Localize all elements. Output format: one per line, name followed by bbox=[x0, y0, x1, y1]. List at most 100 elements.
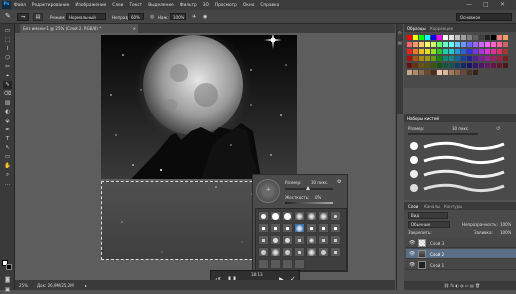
brush-tip[interactable] bbox=[294, 211, 305, 221]
close-tab-icon[interactable]: × bbox=[133, 26, 136, 31]
airbrush-icon[interactable]: ✈ bbox=[192, 14, 196, 20]
menu-3d[interactable]: 3D bbox=[203, 3, 209, 8]
brush-tip[interactable] bbox=[282, 247, 293, 257]
brush-tip[interactable] bbox=[270, 259, 281, 269]
layer-kind-filter[interactable]: Вид bbox=[408, 212, 448, 219]
brush-tip[interactable] bbox=[282, 259, 293, 269]
menu-edit[interactable]: Редактирование bbox=[32, 3, 70, 8]
swatch-colors[interactable] bbox=[404, 32, 516, 88]
brush-tip-selected[interactable] bbox=[294, 223, 305, 233]
zoom-level[interactable]: 25% bbox=[19, 283, 28, 288]
workspace-select[interactable]: Основное bbox=[456, 13, 512, 21]
mode-select[interactable]: Нормальный bbox=[66, 13, 106, 20]
layer-visibility-eye-icon[interactable]: 👁 bbox=[409, 240, 415, 246]
popup-settings-gear-icon[interactable]: ⚙ bbox=[337, 179, 341, 185]
marquee-tool-icon[interactable]: ⬚ bbox=[3, 36, 12, 44]
flow-field[interactable]: 100% bbox=[170, 13, 186, 20]
properties-panel-icon[interactable]: ▤ bbox=[398, 40, 402, 45]
brush-tip[interactable] bbox=[282, 211, 293, 221]
popup-hardness-value[interactable]: 0% bbox=[315, 195, 321, 200]
brush-picker-button[interactable]: •▾ bbox=[17, 13, 29, 21]
type-tool-icon[interactable]: T bbox=[3, 135, 12, 143]
zoom-tool-icon[interactable]: ⌕ bbox=[3, 171, 12, 179]
quick-select-tool-icon[interactable]: ⬡ bbox=[3, 54, 12, 62]
brush-tip[interactable] bbox=[270, 247, 281, 257]
brush-tip[interactable] bbox=[318, 235, 329, 245]
more-tools-icon[interactable]: … bbox=[3, 180, 12, 188]
crop-tool-icon[interactable]: ✂ bbox=[3, 63, 12, 71]
close-window-button[interactable]: ✕ bbox=[500, 1, 505, 8]
blur-tool-icon[interactable]: ◐ bbox=[3, 108, 12, 116]
hand-tool-icon[interactable]: ✋ bbox=[3, 162, 12, 170]
eraser-tool-icon[interactable]: ⌫ bbox=[3, 90, 12, 98]
brush-tip[interactable] bbox=[318, 247, 329, 257]
brush-tip[interactable] bbox=[294, 235, 305, 245]
document-tab[interactable]: Без имени-1 @ 25% (Слой 2, RGB/8) * × bbox=[20, 24, 138, 33]
tab-layers[interactable]: Слои bbox=[408, 204, 418, 209]
menu-image[interactable]: Изображение bbox=[75, 3, 106, 8]
brush-tip[interactable] bbox=[318, 211, 329, 221]
brush-tip[interactable] bbox=[330, 211, 341, 221]
brush-panel-toggle-icon[interactable]: ▤ bbox=[33, 13, 43, 21]
brush-tool-icon-active[interactable]: ✎ bbox=[3, 81, 12, 89]
menu-type[interactable]: Текст bbox=[129, 3, 142, 8]
layer-row[interactable]: 👁 Слой 3 bbox=[406, 238, 516, 248]
minimize-button[interactable]: — bbox=[466, 1, 472, 8]
brush-tip[interactable] bbox=[306, 223, 317, 233]
brush-tip[interactable] bbox=[258, 223, 269, 233]
gradient-tool-icon[interactable]: ▨ bbox=[3, 99, 12, 107]
layer-row[interactable]: 👁 Слой 1 bbox=[406, 260, 516, 270]
opacity-field[interactable]: 60% bbox=[128, 13, 144, 20]
menu-filter[interactable]: Фильтр bbox=[180, 3, 197, 8]
screen-mode-icon[interactable]: ▣ bbox=[3, 286, 12, 294]
brush-tip[interactable] bbox=[294, 259, 305, 269]
layer-opacity-value[interactable]: 100% bbox=[500, 222, 511, 227]
menu-file[interactable]: Файл bbox=[14, 3, 26, 8]
brush-presets-title[interactable]: Наборы кистей bbox=[407, 116, 439, 121]
quick-mask-icon[interactable]: ◙ bbox=[3, 276, 12, 284]
history-panel-icon[interactable]: ◷ bbox=[398, 30, 402, 35]
popup-size-slider-handle[interactable] bbox=[306, 186, 310, 190]
popup-hardness-slider[interactable] bbox=[285, 202, 333, 204]
brush-tip[interactable] bbox=[330, 247, 341, 257]
menu-layers[interactable]: Слои bbox=[112, 3, 123, 8]
layer-blend-mode-select[interactable]: Обычные bbox=[408, 221, 450, 228]
tab-channels[interactable]: Каналы bbox=[424, 204, 440, 209]
menu-select[interactable]: Выделение bbox=[148, 3, 174, 8]
tab-adjustments[interactable]: Коррекция bbox=[430, 26, 453, 31]
brush-tip[interactable] bbox=[330, 223, 341, 233]
pressure-size-icon[interactable]: ◉ bbox=[203, 14, 207, 20]
shape-tool-icon[interactable]: ▭ bbox=[3, 153, 12, 161]
presets-size-value[interactable]: 30 пикс. bbox=[452, 126, 469, 131]
pen-tool-icon[interactable]: ✒ bbox=[3, 126, 12, 134]
menu-window[interactable]: Окно bbox=[243, 3, 254, 8]
brush-tip[interactable] bbox=[270, 211, 281, 221]
brush-tip[interactable] bbox=[270, 235, 281, 245]
brush-tip[interactable] bbox=[306, 247, 317, 257]
dodge-tool-icon[interactable]: ⬙ bbox=[3, 117, 12, 125]
pressure-opacity-icon[interactable]: ◎ bbox=[150, 14, 154, 20]
background-color-swatch[interactable] bbox=[6, 264, 12, 270]
brush-tip[interactable] bbox=[294, 247, 305, 257]
brush-tip[interactable] bbox=[330, 235, 341, 245]
lasso-tool-icon[interactable]: ⌇ bbox=[3, 45, 12, 53]
brush-tool-icon[interactable]: ✎ bbox=[5, 12, 11, 20]
brush-tip[interactable] bbox=[306, 235, 317, 245]
tab-paths[interactable]: Контуры bbox=[444, 204, 462, 209]
presets-reset-icon[interactable]: ↺ bbox=[496, 126, 500, 132]
layer-visibility-eye-icon[interactable]: 👁 bbox=[409, 251, 415, 257]
brush-tip[interactable] bbox=[258, 211, 269, 221]
brush-tip[interactable] bbox=[318, 223, 329, 233]
tab-swatches[interactable]: Образцы bbox=[407, 26, 426, 31]
status-menu-arrow-icon[interactable]: ▸ bbox=[85, 283, 87, 288]
brush-tip[interactable] bbox=[258, 247, 269, 257]
layer-row-selected[interactable]: 👁 Слой 2 bbox=[406, 249, 516, 259]
brush-tip[interactable] bbox=[270, 223, 281, 233]
brush-tip[interactable] bbox=[258, 259, 269, 269]
brush-tip[interactable] bbox=[306, 211, 317, 221]
brush-tip[interactable] bbox=[258, 235, 269, 245]
brush-stroke-previews[interactable] bbox=[404, 138, 516, 200]
presets-size-slider[interactable] bbox=[408, 133, 478, 135]
menu-view[interactable]: Просмотр bbox=[215, 3, 237, 8]
menu-help[interactable]: Справка bbox=[260, 3, 279, 8]
